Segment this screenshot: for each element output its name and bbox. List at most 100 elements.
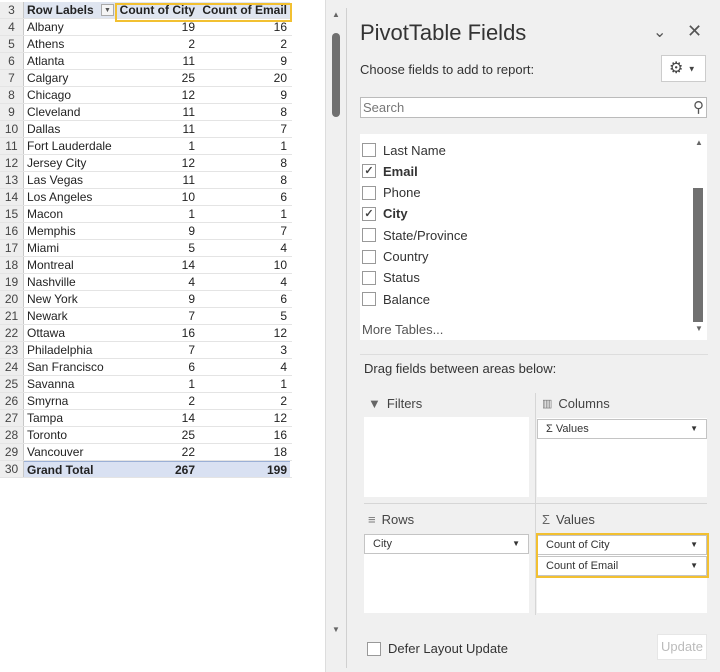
- count-email-cell[interactable]: 4: [198, 240, 290, 256]
- count-city-cell[interactable]: 4: [116, 274, 198, 290]
- grand-total-city[interactable]: 267: [116, 461, 198, 477]
- city-cell[interactable]: Athens: [24, 36, 116, 52]
- rows-area[interactable]: City ▼: [364, 534, 529, 613]
- count-email-cell[interactable]: 9: [198, 53, 290, 69]
- search-field[interactable]: ⚲: [360, 97, 707, 118]
- count-email-cell[interactable]: 10: [198, 257, 290, 273]
- count-email-cell[interactable]: 1: [198, 138, 290, 154]
- city-cell[interactable]: Albany: [24, 19, 116, 35]
- close-icon[interactable]: ✕: [687, 21, 702, 42]
- count-city-cell[interactable]: 19: [116, 19, 198, 35]
- field-checkbox[interactable]: [362, 292, 376, 307]
- row-labels-header[interactable]: Row Labels ▼: [24, 2, 116, 18]
- count-email-cell[interactable]: 4: [198, 359, 290, 375]
- field-item[interactable]: ✓ Email: [362, 161, 418, 181]
- count-city-cell[interactable]: 9: [116, 223, 198, 239]
- field-item[interactable]: State/Province: [362, 225, 468, 245]
- city-cell[interactable]: Fort Lauderdale: [24, 138, 116, 154]
- count-email-cell[interactable]: 1: [198, 376, 290, 392]
- defer-checkbox[interactable]: [367, 641, 381, 656]
- count-city-cell[interactable]: 10: [116, 189, 198, 205]
- count-email-cell[interactable]: 2: [198, 36, 290, 52]
- count-city-cell[interactable]: 11: [116, 121, 198, 137]
- field-checkbox[interactable]: [362, 270, 376, 285]
- scroll-down-icon[interactable]: ▼: [326, 625, 346, 634]
- city-cell[interactable]: Philadelphia: [24, 342, 116, 358]
- count-city-cell[interactable]: 1: [116, 138, 198, 154]
- city-cell[interactable]: Montreal: [24, 257, 116, 273]
- defer-layout-update[interactable]: Defer Layout Update: [367, 641, 508, 656]
- count-city-cell[interactable]: 11: [116, 172, 198, 188]
- city-cell[interactable]: Cleveland: [24, 104, 116, 120]
- rows-item-city[interactable]: City ▼: [364, 534, 529, 554]
- count-of-city-header[interactable]: Count of City: [116, 2, 198, 18]
- field-checkbox[interactable]: [362, 143, 376, 157]
- field-checkbox[interactable]: [362, 249, 376, 264]
- field-item[interactable]: ✓ City: [362, 204, 408, 224]
- tools-button[interactable]: ⚙ ▼: [661, 55, 706, 82]
- city-cell[interactable]: Ottawa: [24, 325, 116, 341]
- columns-area[interactable]: Σ Values ▼: [537, 418, 707, 497]
- count-email-cell[interactable]: 8: [198, 172, 290, 188]
- scroll-down-icon[interactable]: ▼: [689, 324, 709, 333]
- field-checkbox[interactable]: [362, 228, 376, 243]
- grand-total-email[interactable]: 199: [198, 461, 290, 477]
- city-cell[interactable]: Newark: [24, 308, 116, 324]
- count-city-cell[interactable]: 7: [116, 308, 198, 324]
- field-item[interactable]: Phone: [362, 183, 421, 203]
- count-email-cell[interactable]: 7: [198, 121, 290, 137]
- city-cell[interactable]: Chicago: [24, 87, 116, 103]
- city-cell[interactable]: Nashville: [24, 274, 116, 290]
- city-cell[interactable]: Miami: [24, 240, 116, 256]
- count-city-cell[interactable]: 11: [116, 53, 198, 69]
- count-email-cell[interactable]: 12: [198, 325, 290, 341]
- grand-total-label[interactable]: Grand Total: [24, 461, 116, 477]
- city-cell[interactable]: San Francisco: [24, 359, 116, 375]
- city-cell[interactable]: Dallas: [24, 121, 116, 137]
- count-city-cell[interactable]: 2: [116, 393, 198, 409]
- filters-area[interactable]: [364, 417, 529, 497]
- count-city-cell[interactable]: 1: [116, 206, 198, 222]
- count-city-cell[interactable]: 6: [116, 359, 198, 375]
- city-cell[interactable]: Savanna: [24, 376, 116, 392]
- count-email-cell[interactable]: 1: [198, 206, 290, 222]
- count-email-cell[interactable]: 4: [198, 274, 290, 290]
- pane-scrollbar[interactable]: ▲ ▼: [326, 0, 346, 672]
- chevron-down-icon[interactable]: ⌄: [653, 22, 666, 42]
- scroll-up-icon[interactable]: ▲: [689, 138, 709, 147]
- city-cell[interactable]: Macon: [24, 206, 116, 222]
- count-city-cell[interactable]: 9: [116, 291, 198, 307]
- count-email-cell[interactable]: 16: [198, 19, 290, 35]
- count-email-cell[interactable]: 8: [198, 155, 290, 171]
- count-city-cell[interactable]: 25: [116, 427, 198, 443]
- scroll-up-icon[interactable]: ▲: [326, 10, 346, 19]
- city-cell[interactable]: Calgary: [24, 70, 116, 86]
- count-city-cell[interactable]: 12: [116, 155, 198, 171]
- field-item[interactable]: Balance: [362, 289, 430, 309]
- search-icon[interactable]: ⚲: [693, 98, 704, 116]
- count-city-cell[interactable]: 7: [116, 342, 198, 358]
- count-email-cell[interactable]: 5: [198, 308, 290, 324]
- city-cell[interactable]: New York: [24, 291, 116, 307]
- count-city-cell[interactable]: 14: [116, 257, 198, 273]
- count-email-cell[interactable]: 3: [198, 342, 290, 358]
- count-city-cell[interactable]: 1: [116, 376, 198, 392]
- city-cell[interactable]: Los Angeles: [24, 189, 116, 205]
- count-city-cell[interactable]: 5: [116, 240, 198, 256]
- count-email-cell[interactable]: 8: [198, 104, 290, 120]
- field-item[interactable]: Status: [362, 268, 420, 288]
- count-email-cell[interactable]: 6: [198, 291, 290, 307]
- count-email-cell[interactable]: 9: [198, 87, 290, 103]
- field-checkbox[interactable]: [362, 185, 376, 200]
- count-of-email-header[interactable]: Count of Email: [198, 2, 290, 18]
- city-cell[interactable]: Jersey City: [24, 155, 116, 171]
- city-cell[interactable]: Las Vegas: [24, 172, 116, 188]
- field-checkbox[interactable]: ✓: [362, 206, 376, 221]
- count-email-cell[interactable]: 18: [198, 444, 290, 460]
- city-cell[interactable]: Toronto: [24, 427, 116, 443]
- dropdown-icon[interactable]: ▼: [690, 420, 698, 438]
- count-city-cell[interactable]: 14: [116, 410, 198, 426]
- count-city-cell[interactable]: 2: [116, 36, 198, 52]
- city-cell[interactable]: Tampa: [24, 410, 116, 426]
- columns-item-values[interactable]: Σ Values ▼: [537, 419, 707, 439]
